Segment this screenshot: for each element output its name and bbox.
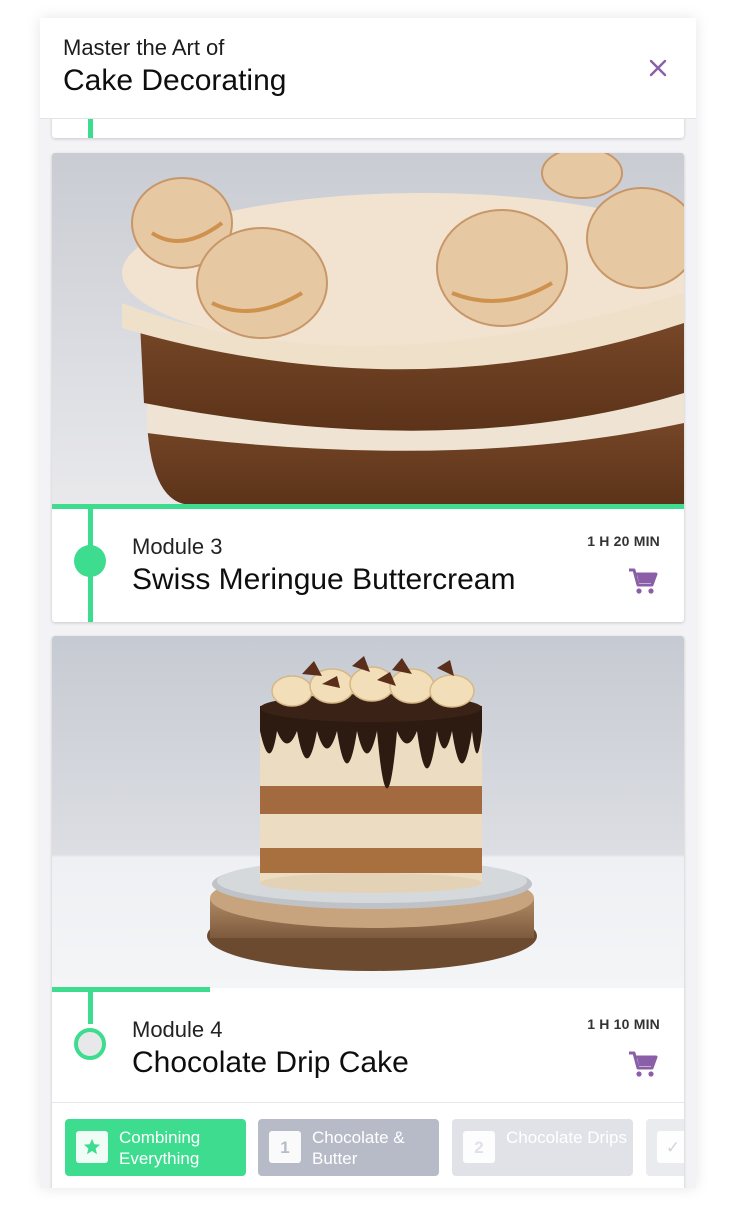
close-icon <box>649 59 667 77</box>
course-title: Cake Decorating <box>63 64 287 97</box>
module-label: Module 4 <box>132 1017 223 1042</box>
shopping-cart-icon <box>629 568 658 594</box>
module-card[interactable]: Module 3 Swiss Meringue Buttercream 1 H … <box>52 153 684 622</box>
course-sheet: Master the Art of Cake Decorating Module… <box>40 18 696 1188</box>
lesson-number-badge: 2 <box>463 1131 495 1163</box>
lesson-chip-label: Combining Everything <box>119 1128 201 1168</box>
cart-button[interactable] <box>628 1050 658 1078</box>
module-duration: 1 H 10 MIN <box>587 1016 660 1032</box>
close-button[interactable] <box>642 52 674 84</box>
module-title: Swiss Meringue Buttercream <box>132 563 516 596</box>
lesson-chip-chocolate-drips[interactable]: 2 Chocolate Drips <box>452 1119 633 1176</box>
module-card[interactable]: Module 4 Chocolate Drip Cake 1 H 10 MIN … <box>52 636 684 1188</box>
timeline-line <box>88 992 93 1024</box>
lesson-chip-combining-everything[interactable]: Combining Everything <box>65 1119 246 1176</box>
module-image <box>52 153 684 505</box>
star-icon <box>76 1131 108 1163</box>
course-header: Master the Art of Cake Decorating <box>40 18 696 119</box>
lesson-chip-chocolate-butter[interactable]: 1 Chocolate & Butter <box>258 1119 439 1176</box>
cart-button[interactable] <box>628 567 658 595</box>
lesson-chip-label: Chocolate & Butter <box>312 1128 405 1168</box>
shopping-cart-icon <box>629 1051 658 1077</box>
module-progress-bar <box>52 987 210 992</box>
lesson-chip-next[interactable]: ✓ <box>646 1119 684 1176</box>
module-duration: 1 H 20 MIN <box>587 533 660 549</box>
module-label: Module 3 <box>132 534 223 559</box>
lesson-number-badge: 1 <box>269 1131 301 1163</box>
module-title: Chocolate Drip Cake <box>132 1046 409 1079</box>
check-icon: ✓ <box>657 1131 684 1163</box>
timeline-dot-current <box>74 1028 106 1060</box>
lesson-chip-strip: Combining Everything 1 Chocolate & Butte… <box>52 1102 684 1188</box>
module-progress-bar <box>52 504 684 509</box>
course-subtitle: Master the Art of <box>63 35 225 60</box>
lesson-chip-label: Chocolate Drips <box>506 1128 627 1147</box>
timeline-dot-completed <box>74 545 106 577</box>
module-image <box>52 636 684 988</box>
